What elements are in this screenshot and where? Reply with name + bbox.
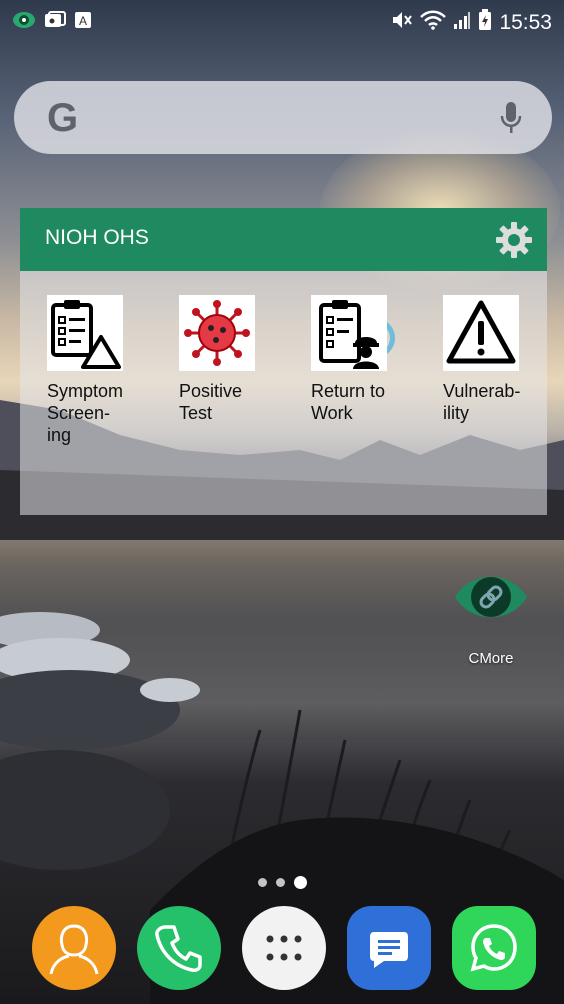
clipboard-warning-icon[interactable] bbox=[47, 295, 123, 371]
signal-icon bbox=[453, 10, 471, 36]
warning-triangle-icon[interactable] bbox=[443, 295, 519, 371]
widget-body: Symptom Screen- ing Positive Test Return… bbox=[20, 271, 547, 515]
page-indicator bbox=[258, 876, 307, 889]
widget-header: NIOH OHS bbox=[20, 208, 547, 271]
clipboard-worker-icon[interactable] bbox=[311, 295, 387, 371]
whatsapp-icon[interactable] bbox=[452, 906, 536, 990]
mic-icon[interactable] bbox=[500, 101, 522, 140]
wifi-icon bbox=[420, 10, 447, 36]
battery-charging-icon bbox=[478, 9, 492, 37]
tile-label: Vulnerab- ility bbox=[443, 381, 521, 423]
google-search-bar[interactable]: G bbox=[14, 81, 552, 154]
tile-label: Positive Test bbox=[179, 381, 243, 423]
google-logo[interactable]: G bbox=[47, 96, 78, 141]
page-dot[interactable] bbox=[276, 878, 285, 887]
app-drawer-icon[interactable] bbox=[242, 906, 326, 990]
tile-positive-test[interactable]: Positive Test bbox=[179, 295, 299, 424]
photo-notification-icon bbox=[44, 11, 66, 34]
tile-label: Return to Work bbox=[311, 381, 386, 423]
tile-label: Symptom Screen- ing bbox=[47, 381, 124, 445]
contacts-icon[interactable] bbox=[32, 906, 116, 990]
cmore-app-shortcut[interactable]: CMore bbox=[448, 562, 534, 667]
tile-symptom-screening[interactable]: Symptom Screen- ing bbox=[47, 295, 167, 446]
virus-icon[interactable] bbox=[179, 295, 255, 371]
status-bar: A 15:53 bbox=[0, 0, 564, 42]
messages-icon[interactable] bbox=[347, 906, 431, 990]
cmore-eye-icon[interactable] bbox=[453, 562, 529, 632]
tile-return-to-work[interactable]: Return to Work bbox=[311, 295, 431, 424]
phone-icon[interactable] bbox=[137, 906, 221, 990]
mute-icon bbox=[391, 10, 413, 36]
page-dot-active[interactable] bbox=[294, 876, 307, 889]
cmore-label: CMore bbox=[468, 650, 514, 667]
page-dot[interactable] bbox=[258, 878, 267, 887]
nioh-ohs-widget: NIOH OHS Symptom Screen- ing Positive Te… bbox=[20, 208, 547, 515]
a-notification-icon: A bbox=[74, 11, 92, 34]
widget-title: NIOH OHS bbox=[45, 226, 149, 249]
clock: 15:53 bbox=[499, 11, 552, 34]
tile-vulnerability[interactable]: Vulnerab- ility bbox=[443, 295, 563, 424]
eye-app-icon bbox=[12, 10, 36, 35]
gear-icon[interactable] bbox=[495, 221, 533, 264]
svg-text:A: A bbox=[79, 14, 87, 28]
